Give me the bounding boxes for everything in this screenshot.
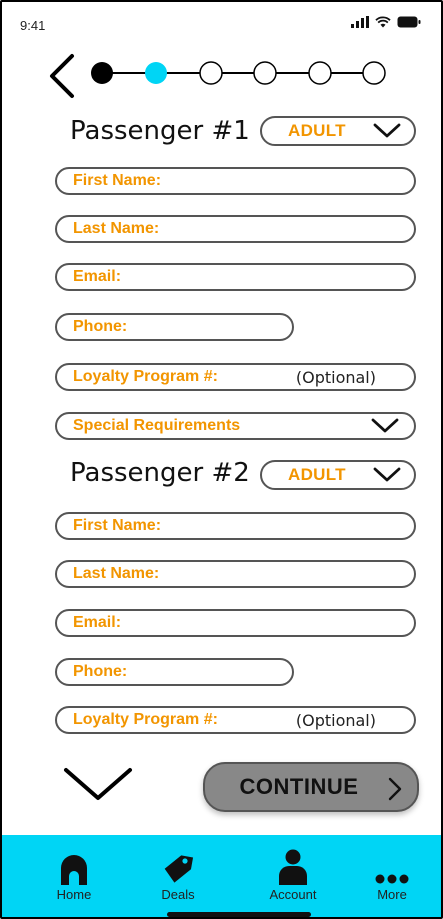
field-label: Last Name:: [73, 220, 160, 237]
passenger-2-type-select[interactable]: ADULT: [260, 460, 416, 490]
more-dots-icon: [375, 874, 409, 884]
field-label: Last Name:: [73, 565, 160, 582]
home-indicator: [167, 912, 311, 917]
field-label: Phone:: [73, 663, 128, 680]
field-label: First Name:: [73, 172, 162, 189]
step-1-completed: [91, 62, 113, 84]
tab-more[interactable]: More: [352, 849, 432, 909]
passenger-2-loyalty-field[interactable]: Loyalty Program #: (Optional): [55, 706, 416, 734]
tab-label: Account: [269, 887, 317, 902]
battery-icon: [397, 16, 421, 28]
continue-label: CONTINUE: [239, 774, 359, 799]
field-label: Loyalty Program #:: [73, 711, 218, 728]
person-icon: [279, 849, 307, 885]
step-3: [199, 61, 223, 85]
field-label: Email:: [73, 614, 122, 631]
passenger-2-phone-field[interactable]: Phone:: [55, 658, 294, 686]
passenger-1-last-name-field[interactable]: Last Name:: [55, 215, 416, 243]
field-label: First Name:: [73, 517, 162, 534]
phone-screen: 9:41 Passenger #1 ADULT First Name: Last…: [0, 0, 443, 919]
tab-label: More: [377, 887, 407, 902]
field-label: Email:: [73, 268, 122, 285]
passenger-2-title: Passenger #2: [70, 458, 250, 488]
passenger-2-email-field[interactable]: Email:: [55, 609, 416, 637]
tab-account[interactable]: Account: [253, 849, 333, 909]
passenger-2-first-name-field[interactable]: First Name:: [55, 512, 416, 540]
bottom-tab-bar: Home Deals Account More: [2, 835, 441, 917]
tab-label: Home: [56, 887, 92, 902]
passenger-1-first-name-field[interactable]: First Name:: [55, 167, 416, 195]
tag-icon: [164, 855, 194, 883]
passenger-1-email-field[interactable]: Email:: [55, 263, 416, 291]
passenger-1-phone-field[interactable]: Phone:: [55, 313, 294, 341]
step-2-current: [145, 62, 167, 84]
wifi-icon: [375, 16, 391, 28]
field-label: Special Requirements: [73, 417, 241, 434]
chevron-down-icon: [373, 467, 401, 482]
expand-more-chevron-icon[interactable]: [62, 764, 134, 804]
home-icon: [61, 855, 87, 885]
optional-hint: (Optional): [295, 710, 376, 730]
continue-button[interactable]: CONTINUE: [203, 762, 419, 812]
back-chevron-icon[interactable]: [42, 52, 82, 100]
chevron-down-icon: [371, 418, 399, 433]
passenger-1-type-select[interactable]: ADULT: [260, 116, 416, 146]
passenger-2-type-value: ADULT: [288, 465, 346, 484]
chevron-down-icon: [373, 123, 401, 138]
passenger-2-last-name-field[interactable]: Last Name:: [55, 560, 416, 588]
step-4: [253, 61, 277, 85]
optional-hint: (Optional): [295, 367, 376, 387]
tab-deals[interactable]: Deals: [138, 849, 218, 909]
step-6: [362, 61, 386, 85]
progress-steps: [91, 61, 386, 85]
passenger-1-special-requirements-select[interactable]: Special Requirements: [55, 412, 416, 440]
status-time: 9:41: [20, 18, 46, 33]
signal-icon: [351, 16, 369, 28]
field-label: Phone:: [73, 318, 128, 335]
chevron-right-icon: [388, 777, 402, 801]
tab-label: Deals: [161, 887, 195, 902]
passenger-1-loyalty-field[interactable]: Loyalty Program #: (Optional): [55, 363, 416, 391]
passenger-1-title: Passenger #1: [70, 116, 250, 146]
step-5: [308, 61, 332, 85]
tab-home[interactable]: Home: [34, 849, 114, 909]
status-icons: [351, 16, 421, 28]
passenger-1-type-value: ADULT: [288, 121, 346, 140]
field-label: Loyalty Program #:: [73, 368, 218, 385]
